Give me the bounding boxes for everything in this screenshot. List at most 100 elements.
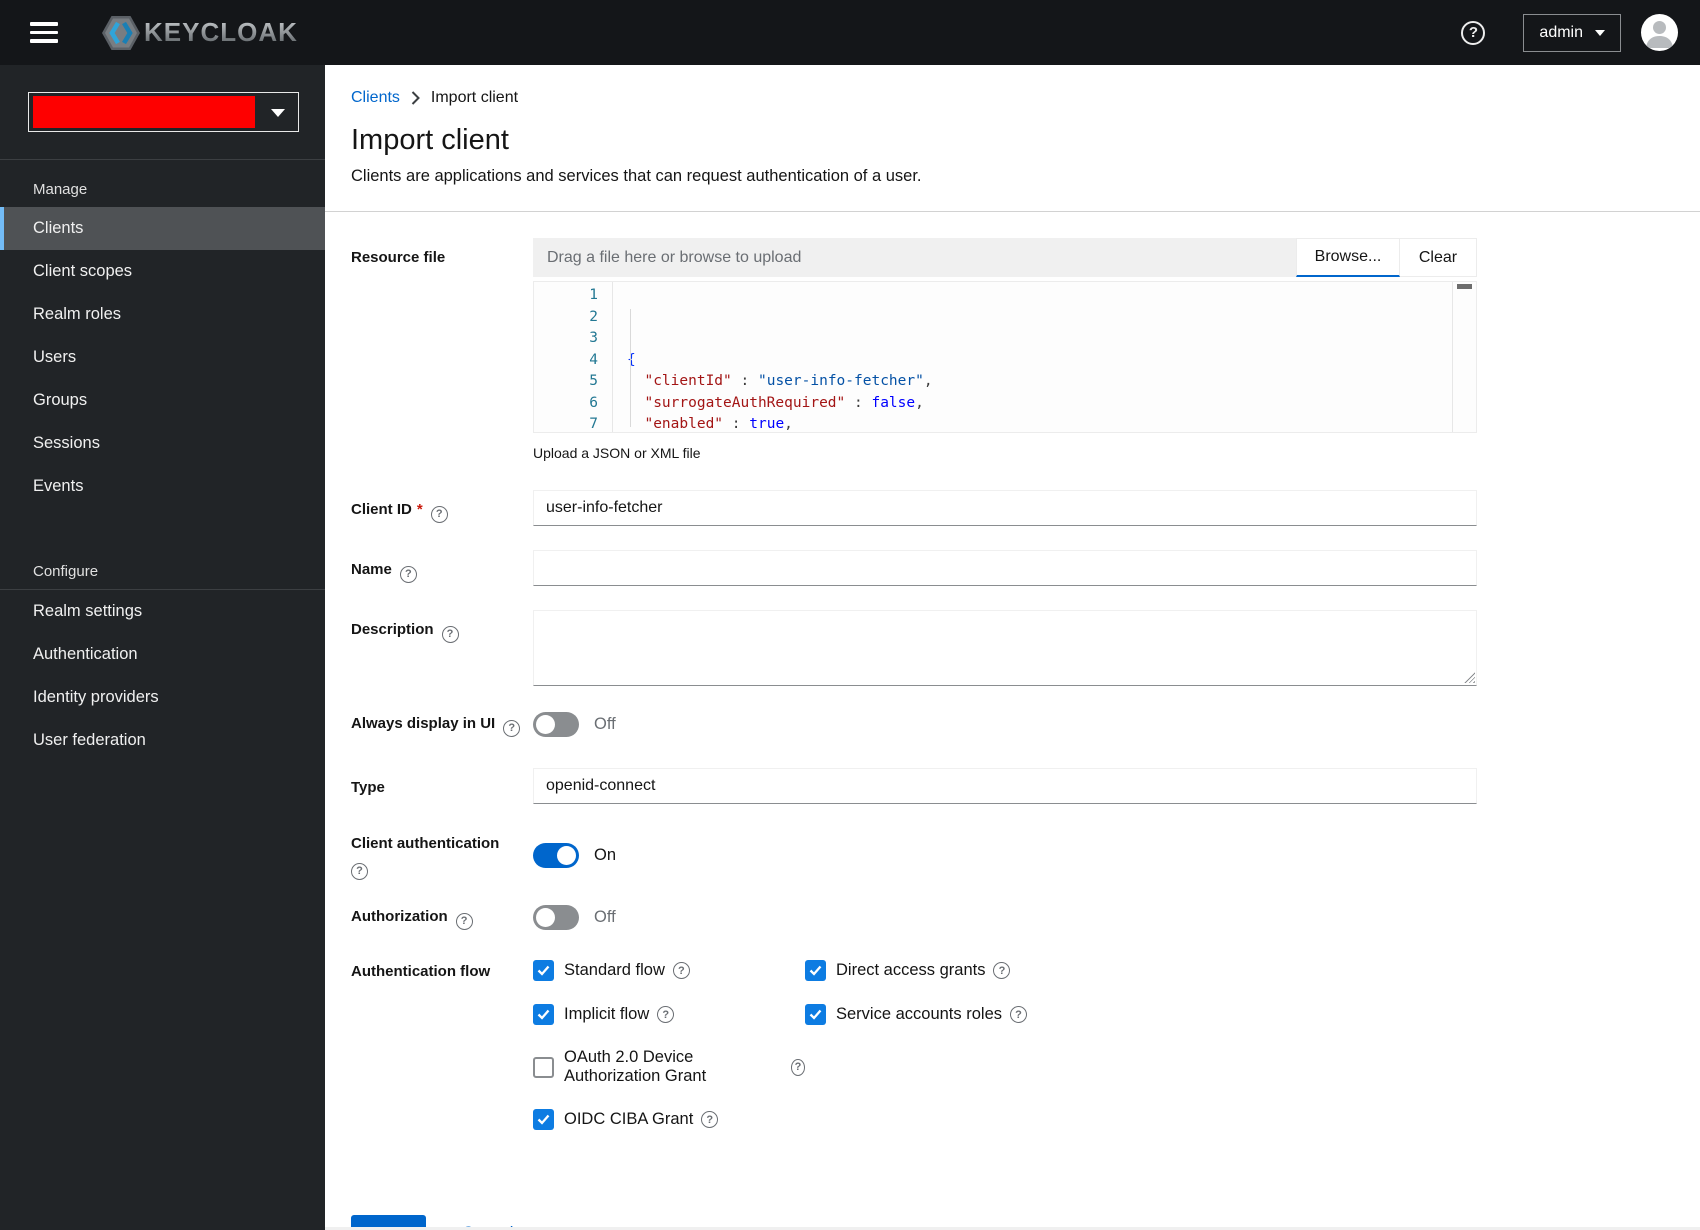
main-content: Clients Import client Import client Clie…	[325, 65, 1700, 1230]
help-icon[interactable]: ?	[1461, 20, 1486, 45]
line-number: 1	[589, 287, 598, 303]
sidebar-item-clients[interactable]: Clients	[0, 207, 325, 250]
line-number: 6	[589, 394, 598, 411]
authorization-row: Authorization? Off	[351, 904, 1477, 930]
sidebar-item-user-federation[interactable]: User federation	[0, 719, 325, 762]
sidebar-item-sessions[interactable]: Sessions	[0, 422, 325, 465]
sidebar-nav: Manage Clients Client scopes Realm roles Use…	[0, 160, 325, 762]
name-help-icon[interactable]: ?	[399, 566, 417, 583]
indent-guide	[630, 309, 631, 427]
chevron-down-icon	[1595, 29, 1605, 36]
oauth-2-0-device-authorization-grant-help-icon[interactable]: ?	[791, 1058, 805, 1076]
sidebar-item-authentication[interactable]: Authentication	[0, 633, 325, 676]
chevron-right-icon	[411, 91, 420, 105]
resource-file-row: Resource file Drag a file here or browse…	[351, 238, 1477, 461]
sidebar-item-client-scopes[interactable]: Client scopes	[0, 250, 325, 293]
client-id-input[interactable]	[533, 490, 1477, 526]
upload-helper-text: Upload a JSON or XML file	[533, 445, 701, 461]
oidc-ciba-grant-label: OIDC CIBA Grant	[564, 1110, 694, 1128]
resource-file-label: Resource file	[351, 249, 446, 266]
editor-line-numbers: 1 2 3 4 5 6 7	[534, 282, 613, 432]
user-menu-dropdown[interactable]: admin	[1523, 13, 1621, 52]
keycloak-hexagon-icon	[102, 15, 140, 50]
breadcrumb-clients-link[interactable]: Clients	[351, 89, 400, 107]
implicit-flow-checkbox[interactable]	[533, 1004, 554, 1025]
authentication-flow-row: Authentication flow Standard flow? Direct…	[351, 960, 1477, 1153]
page-title: Import client	[351, 124, 509, 156]
type-row: Type	[351, 768, 1477, 804]
client-authentication-row: Client authentication ? On	[351, 831, 1477, 880]
name-label: Name	[351, 561, 392, 578]
implicit-flow-help-icon[interactable]: ?	[657, 1006, 675, 1023]
standard-flow-checkbox[interactable]	[533, 960, 554, 981]
chevron-down-icon	[271, 109, 285, 117]
client-id-help-icon[interactable]: ?	[430, 506, 448, 523]
editor-code[interactable]: { "clientId" : "user-info-fetcher", "sur…	[613, 282, 1029, 432]
authorization-toggle[interactable]	[533, 904, 579, 930]
breadcrumb-current: Import client	[430, 89, 519, 106]
type-input[interactable]	[533, 768, 1477, 804]
checkbox-option-oidc-ciba-grant: OIDC CIBA Grant?	[533, 1109, 805, 1130]
description-help-icon[interactable]: ?	[441, 626, 459, 643]
oauth-2-0-device-authorization-grant-checkbox[interactable]	[533, 1056, 554, 1078]
checkbox-option-service-accounts-roles: Service accounts roles?	[805, 1004, 1027, 1025]
sidebar-item-users[interactable]: Users	[0, 336, 325, 379]
line-number: 2	[589, 308, 598, 325]
direct-access-grants-checkbox[interactable]	[805, 960, 826, 981]
import-client-form: Resource file Drag a file here or browse…	[351, 238, 1477, 1230]
checkbox-row: OAuth 2.0 Device Authorization Grant?	[533, 1048, 1477, 1086]
required-asterisk: *	[416, 501, 423, 518]
client-authentication-label: Client authentication	[351, 835, 500, 852]
file-upload-dropzone[interactable]: Drag a file here or browse to upload	[533, 238, 1296, 277]
hamburger-menu-icon[interactable]	[30, 22, 58, 43]
top-bar: KEYCLOAK ? admin	[0, 0, 1700, 65]
line-number: 5	[589, 373, 598, 389]
description-textarea[interactable]	[533, 610, 1477, 686]
service-accounts-roles-label: Service accounts roles	[836, 1005, 1002, 1023]
client-authentication-help-icon[interactable]: ?	[351, 863, 368, 880]
avatar[interactable]	[1641, 14, 1678, 51]
realm-name-redacted	[33, 96, 255, 128]
service-accounts-roles-help-icon[interactable]: ?	[1010, 1006, 1027, 1023]
user-menu-label: admin	[1539, 23, 1583, 41]
sidebar-item-groups[interactable]: Groups	[0, 379, 325, 422]
checkbox-option-direct-access-grants: Direct access grants?	[805, 960, 1011, 981]
authorization-help-icon[interactable]: ?	[455, 913, 473, 930]
client-authentication-toggle[interactable]	[533, 843, 579, 868]
browse-button[interactable]: Browse...	[1296, 238, 1400, 277]
file-upload: Drag a file here or browse to upload Bro…	[533, 238, 1477, 277]
sidebar-item-realm-settings[interactable]: Realm settings	[0, 590, 325, 633]
editor-scrollbar[interactable]	[1452, 282, 1476, 432]
sidebar-item-realm-roles[interactable]: Realm roles	[0, 293, 325, 336]
realm-selector[interactable]	[28, 92, 299, 132]
always-display-toggle[interactable]	[533, 711, 579, 737]
standard-flow-help-icon[interactable]: ?	[672, 962, 690, 979]
editor-scrollbar-thumb[interactable]	[1457, 284, 1472, 289]
sidebar-item-identity-providers[interactable]: Identity providers	[0, 676, 325, 719]
sidebar-item-events[interactable]: Events	[0, 465, 325, 508]
client-id-row: Client ID *?	[351, 490, 1477, 526]
direct-access-grants-label: Direct access grants	[836, 961, 986, 979]
page-subtitle: Clients are applications and services th…	[351, 167, 922, 185]
breadcrumb: Clients Import client	[351, 89, 1700, 107]
checkbox-row: OIDC CIBA Grant?	[533, 1109, 1477, 1130]
client-id-label: Client ID	[351, 501, 412, 518]
direct-access-grants-help-icon[interactable]: ?	[993, 962, 1011, 979]
service-accounts-roles-checkbox[interactable]	[805, 1004, 826, 1025]
client-authentication-state: On	[594, 846, 617, 864]
keycloak-admin-console: KEYCLOAK ? admin Manage Clients Client s…	[0, 0, 1700, 1230]
oidc-ciba-grant-help-icon[interactable]: ?	[701, 1111, 719, 1128]
standard-flow-label: Standard flow	[564, 961, 665, 979]
description-row: Description?	[351, 610, 1477, 686]
name-input[interactable]	[533, 550, 1477, 586]
checkbox-row: Implicit flow? Service accounts roles?	[533, 1004, 1477, 1025]
always-display-help-icon[interactable]: ?	[503, 720, 521, 737]
code-line-1: {	[627, 351, 636, 368]
implicit-flow-label: Implicit flow	[564, 1005, 650, 1023]
type-label: Type	[351, 779, 385, 796]
nav-group-label-manage: Manage	[33, 181, 88, 198]
oidc-ciba-grant-checkbox[interactable]	[533, 1109, 554, 1130]
clear-button[interactable]: Clear	[1400, 238, 1477, 277]
authorization-label: Authorization	[351, 908, 448, 925]
code-editor[interactable]: 1 2 3 4 5 6 7 { "clientId" : "user-info-fetche…	[533, 281, 1477, 433]
